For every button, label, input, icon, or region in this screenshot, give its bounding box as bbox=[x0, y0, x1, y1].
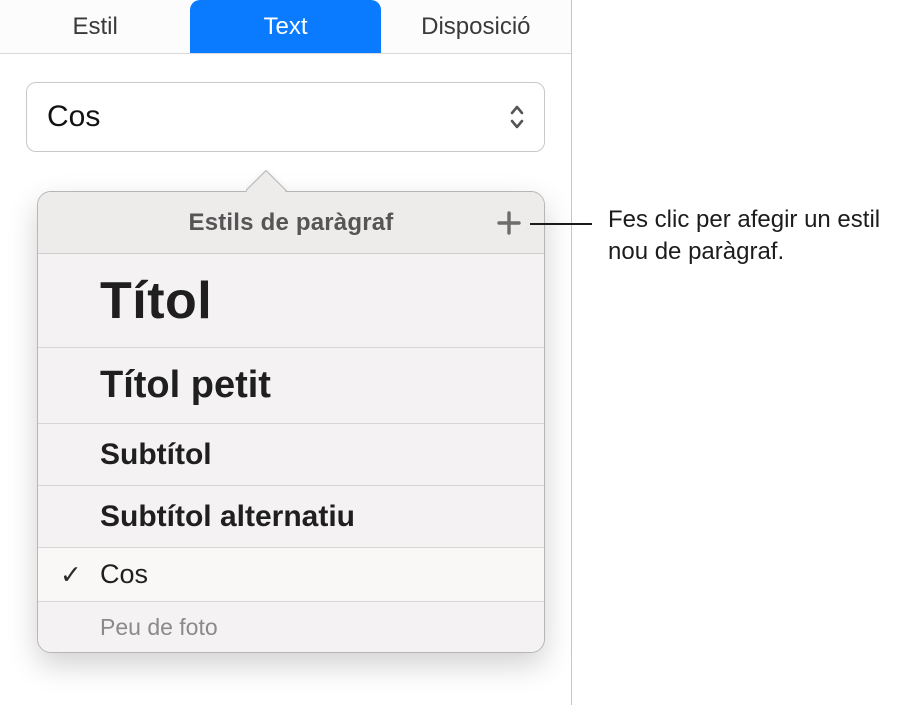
style-item-subtitol-alternatiu[interactable]: Subtítol alternatiu bbox=[38, 486, 544, 548]
callout-leader-line bbox=[530, 223, 592, 225]
plus-icon bbox=[496, 210, 522, 236]
style-item-label: Títol bbox=[100, 271, 212, 331]
paragraph-style-dropdown[interactable]: Cos bbox=[26, 82, 545, 152]
tab-style-label: Estil bbox=[72, 13, 117, 41]
popover-header: Estils de paràgraf bbox=[38, 192, 544, 254]
style-item-subtitol[interactable]: Subtítol bbox=[38, 424, 544, 486]
style-item-label: Peu de foto bbox=[100, 614, 218, 641]
tab-text[interactable]: Text bbox=[190, 0, 380, 53]
style-item-titol-petit[interactable]: Títol petit bbox=[38, 348, 544, 424]
tab-layout-label: Disposició bbox=[421, 13, 530, 41]
tab-style[interactable]: Estil bbox=[0, 0, 190, 53]
style-item-label: Títol petit bbox=[100, 364, 271, 407]
paragraph-style-current: Cos bbox=[47, 100, 100, 134]
tab-layout[interactable]: Disposició bbox=[381, 0, 571, 53]
chevron-up-down-icon bbox=[508, 104, 526, 130]
inspector-panel: Estil Text Disposició Cos Estils de parà… bbox=[0, 0, 572, 705]
tab-text-label: Text bbox=[263, 13, 307, 41]
add-paragraph-style-button[interactable] bbox=[492, 206, 526, 240]
style-item-peu-de-foto[interactable]: Peu de foto bbox=[38, 602, 544, 652]
callout-text: Fes clic per afegir un estil nou de parà… bbox=[608, 204, 888, 269]
style-item-label: Cos bbox=[100, 559, 148, 590]
style-item-cos[interactable]: ✓ Cos bbox=[38, 548, 544, 602]
style-item-label: Subtítol alternatiu bbox=[100, 500, 355, 534]
paragraph-styles-popover: Estils de paràgraf Títol Títol petit Sub… bbox=[37, 191, 545, 653]
popover-title: Estils de paràgraf bbox=[188, 209, 393, 237]
inspector-tabs: Estil Text Disposició bbox=[0, 0, 571, 54]
paragraph-style-list: Títol Títol petit Subtítol Subtítol alte… bbox=[38, 254, 544, 652]
check-icon: ✓ bbox=[60, 559, 82, 590]
style-item-label: Subtítol bbox=[100, 438, 212, 472]
style-item-titol[interactable]: Títol bbox=[38, 254, 544, 348]
panel-body: Cos bbox=[0, 54, 571, 152]
popover-arrow bbox=[246, 170, 288, 192]
